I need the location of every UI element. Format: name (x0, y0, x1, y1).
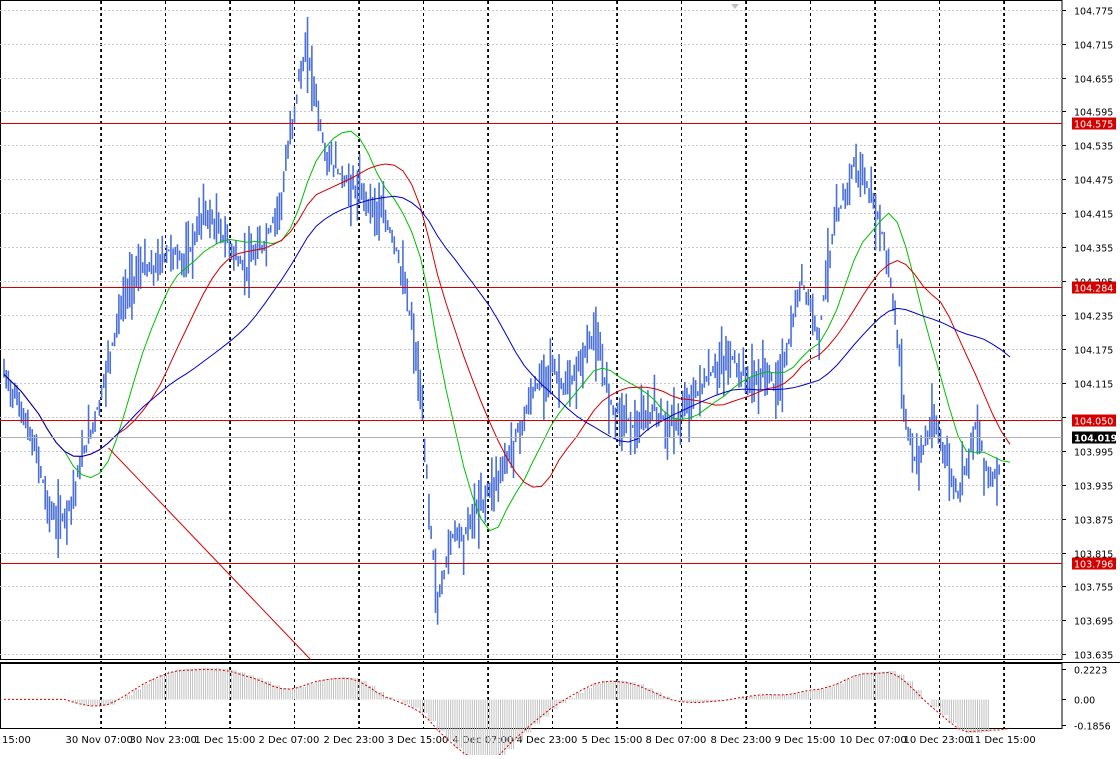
moving-average-line (3, 195, 1011, 457)
y-tick-label: 104.235 (1074, 312, 1113, 323)
y-tick-label: 104.775 (1074, 7, 1113, 18)
x-tick-label: 30 Nov 23:00 (130, 735, 197, 746)
level-price-label: 104.575 (1074, 120, 1113, 131)
y-tick-label: 103.935 (1074, 482, 1113, 493)
x-tick-label: 2 Dec 23:00 (324, 735, 385, 746)
y-tick-label: 104.595 (1074, 108, 1113, 119)
y-tick-label: 104.175 (1074, 346, 1113, 357)
y-tick-label: 104.475 (1074, 176, 1113, 187)
y-tick-label: 103.995 (1074, 448, 1113, 459)
oscillator-tick-label: -0.1856 (1074, 722, 1111, 733)
main-plot-frame (0, 0, 1063, 660)
level-price-label: 104.284 (1074, 284, 1113, 295)
current-price-label: 104.019 (1074, 434, 1117, 445)
price-chart: 15:00 30 Nov 07:0030 Nov 23:001 Dec 15:00… (0, 0, 1120, 759)
x-tick-label: 1 Dec 15:00 (195, 735, 256, 746)
chart-root: 15:00 30 Nov 07:00 30 Nov 23:00 1 Dec 15:00… (0, 0, 1120, 759)
level-price-label: 104.050 (1074, 417, 1113, 428)
x-tick-label: 2 Dec 07:00 (259, 735, 320, 746)
price-bars (3, 16, 1000, 625)
x-tick-label: 8 Dec 07:00 (646, 735, 707, 746)
x-tick-label: 10 Dec 23:00 (904, 735, 971, 746)
x-tick-label: 30 Nov 07:00 (66, 735, 133, 746)
x-tick-label: 8 Dec 23:00 (711, 735, 772, 746)
x-tick-label: 5 Dec 15:00 (582, 735, 643, 746)
y-tick-label: 104.355 (1074, 244, 1113, 255)
x-tick-label: 11 Dec 15:00 (969, 735, 1036, 746)
x-tick-label: 3 Dec 15:00 (388, 735, 449, 746)
level-price-label: 103.796 (1074, 560, 1113, 571)
y-tick-label: 104.535 (1074, 142, 1113, 153)
oscillator-tick-label: 0.00 (1074, 696, 1095, 707)
y-tick-label: 104.415 (1074, 210, 1113, 221)
y-tick-label: 104.715 (1074, 41, 1113, 52)
y-tick-label: 104.655 (1074, 75, 1113, 86)
y-tick-label: 103.635 (1074, 651, 1113, 662)
y-tick-label: 103.755 (1074, 583, 1113, 594)
y-tick-label: 103.875 (1074, 516, 1113, 527)
chart-shift-marker-icon[interactable] (731, 4, 739, 9)
x-tick-label: 9 Dec 15:00 (775, 735, 836, 746)
oscillator-tick-label: 0.2223 (1074, 666, 1107, 677)
x-tick-label: 15:00 (2, 735, 31, 746)
y-tick-label: 103.695 (1074, 617, 1113, 628)
y-tick-label: 104.115 (1074, 380, 1113, 391)
x-tick-label: 4 Dec 23:00 (517, 735, 578, 746)
moving-average-line (3, 163, 1011, 488)
x-tick-label: 10 Dec 07:00 (840, 735, 907, 746)
